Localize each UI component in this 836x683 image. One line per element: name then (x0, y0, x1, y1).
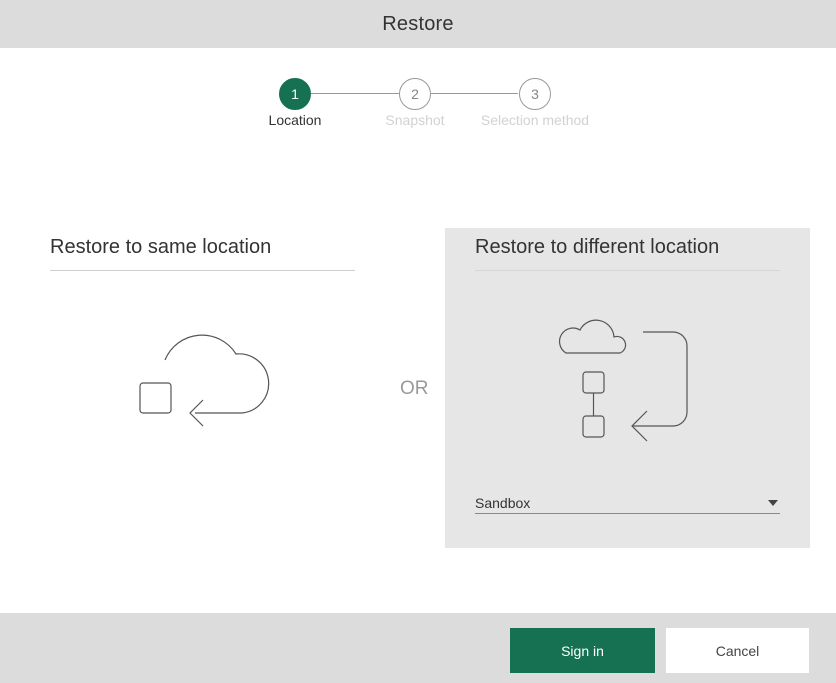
option-title: Restore to different location (475, 236, 780, 271)
step-number: 2 (399, 78, 431, 110)
location-select[interactable]: Sandbox (475, 492, 780, 514)
sign-in-button[interactable]: Sign in (510, 628, 655, 673)
step-number: 3 (519, 78, 551, 110)
cloud-restore-icon (135, 320, 275, 435)
option-title: Restore to same location (50, 236, 355, 271)
step-number: 1 (279, 78, 311, 110)
caret-down-icon (768, 499, 778, 506)
step-location[interactable]: 1 Location (235, 78, 355, 128)
option-same-location[interactable]: Restore to same location (50, 228, 355, 548)
step-selection-method: 3 Selection method (475, 78, 595, 128)
step-label: Snapshot (385, 112, 445, 128)
stepper: 1 Location 2 Snapshot 3 Selection method (0, 78, 836, 138)
step-snapshot: 2 Snapshot (355, 78, 475, 128)
cancel-button[interactable]: Cancel (666, 628, 809, 673)
cloud-transfer-icon (557, 310, 697, 455)
dialog-header: Restore (0, 0, 836, 48)
step-label: Selection method (480, 112, 590, 128)
option-different-location[interactable]: Restore to different location Sandbox (445, 228, 810, 548)
step-label: Location (268, 112, 322, 128)
select-value: Sandbox (475, 494, 531, 511)
or-separator: OR (400, 378, 429, 399)
dialog-footer: Sign in Cancel (0, 613, 836, 683)
dialog-title: Restore (382, 12, 454, 35)
